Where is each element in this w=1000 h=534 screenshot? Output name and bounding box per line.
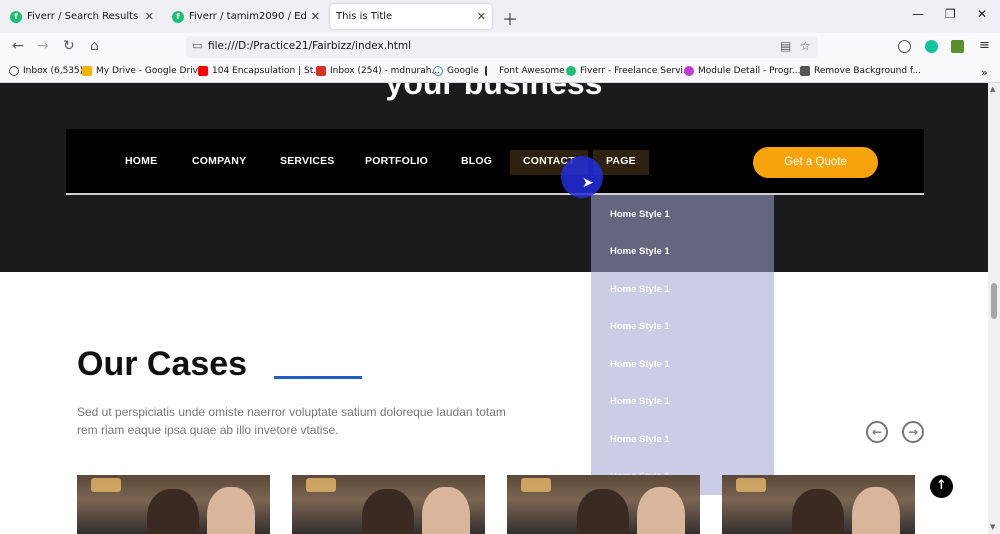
tab-title: Fiverr / tamim2090 / Edit Gig: [189, 11, 307, 22]
bookmark-inbox[interactable]: Inbox (6,535): [9, 66, 83, 76]
cases-title: Our Cases: [77, 345, 248, 383]
back-icon[interactable]: ←: [12, 38, 24, 54]
navigation-toolbar: ← → ↻ ⌂ ▭ file:///D:/Practice21/Fairbizz…: [0, 33, 1000, 61]
cases-description: Sed ut perspiciatis unde omiste naerror …: [77, 405, 506, 437]
minimize-icon[interactable]: —: [912, 7, 924, 21]
scroll-down-icon[interactable]: ▼: [990, 523, 995, 531]
close-icon[interactable]: ✕: [477, 10, 486, 23]
case-card-image[interactable]: [507, 475, 700, 534]
bookmark-label: My Drive - Google Drive: [96, 66, 204, 76]
bookmark-encapsulation[interactable]: 104 Encapsulation | St...: [198, 66, 322, 76]
bookmark-label: Inbox (254) - mdnurah...: [330, 66, 441, 76]
menu-item-company[interactable]: COMPANY: [192, 155, 246, 167]
new-tab-icon[interactable]: ＋: [502, 6, 518, 30]
home-icon[interactable]: ⌂: [90, 38, 99, 54]
dropdown-item[interactable]: Home Style 1: [610, 246, 670, 257]
tab-title: Fiverr / Search Results for 'I will': [27, 11, 141, 22]
module-icon: [684, 66, 694, 76]
forward-icon[interactable]: →: [37, 38, 49, 54]
bookmarks-toolbar: Inbox (6,535) My Drive - Google Drive 10…: [0, 61, 1000, 83]
page-scrollbar[interactable]: ▲ ▼: [988, 83, 1000, 534]
close-icon[interactable]: ✕: [145, 10, 154, 23]
grammarly-icon[interactable]: [925, 40, 938, 53]
url-text: file:///D:/Practice21/Fairbizz/index.htm…: [208, 40, 412, 52]
case-card-image[interactable]: [292, 475, 485, 534]
flag-icon: [485, 66, 495, 76]
bookmark-label: Google: [447, 66, 479, 76]
tab-fiverr-edit-gig[interactable]: f Fiverr / tamim2090 / Edit Gig ✕: [166, 4, 326, 29]
bookmark-label: Fiverr - Freelance Servi...: [580, 66, 692, 76]
hero-section: your business HOME COMPANY SERVICES PORT…: [0, 83, 988, 272]
bookmark-remove-bg[interactable]: Remove Background f...: [800, 66, 921, 76]
globe-icon: [9, 66, 19, 76]
bookmark-star-icon[interactable]: ☆: [800, 39, 811, 53]
gmail-icon: [316, 66, 326, 76]
scrollbar-thumb[interactable]: [991, 283, 997, 319]
case-card-image[interactable]: [722, 475, 915, 534]
bookmark-google-drive[interactable]: My Drive - Google Drive: [82, 66, 204, 76]
bookmark-module-detail[interactable]: Module Detail - Progr...: [684, 66, 801, 76]
main-menu: HOME COMPANY SERVICES PORTFOLIO BLOG CON…: [66, 129, 924, 195]
bookmark-gmail[interactable]: Inbox (254) - mdnurah...: [316, 66, 440, 76]
url-bar[interactable]: ▭ file:///D:/Practice21/Fairbizz/index.h…: [186, 36, 818, 58]
bookmark-label: Remove Background f...: [814, 66, 922, 76]
bookmark-label: 104 Encapsulation | St...: [212, 66, 322, 76]
tab-strip: f Fiverr / Search Results for 'I will' ✕…: [0, 0, 1000, 33]
get-a-quote-button[interactable]: Get a Quote: [753, 147, 878, 178]
google-icon: [433, 66, 443, 76]
menu-icon[interactable]: ≡: [979, 38, 990, 53]
bookmark-fiverr[interactable]: Fiverr - Freelance Servi...: [566, 66, 692, 76]
pocket-icon[interactable]: [898, 40, 911, 53]
prev-arrow-icon[interactable]: ←: [866, 421, 888, 443]
restore-icon[interactable]: ❐: [945, 7, 956, 21]
next-arrow-icon[interactable]: →: [902, 421, 924, 443]
fiverr-icon: f: [10, 10, 22, 23]
menu-item-blog[interactable]: BLOG: [461, 155, 492, 167]
drive-icon: [82, 66, 92, 76]
bookmark-google[interactable]: Google: [433, 66, 479, 76]
dropdown-item[interactable]: Home Style 1: [610, 396, 670, 407]
dropdown-item[interactable]: Home Style 1: [610, 321, 670, 332]
fiverr-icon: [566, 66, 576, 76]
menu-item-portfolio[interactable]: PORTFOLIO: [365, 155, 428, 167]
tab-title: This is Title: [336, 11, 393, 22]
scroll-up-icon[interactable]: ▲: [990, 85, 995, 93]
layers-icon: [800, 66, 810, 76]
dropdown-item[interactable]: Home Style 1: [610, 434, 670, 445]
extension-icon[interactable]: [951, 40, 964, 53]
page-dropdown-menu: Home Style 1 Home Style 1 Home Style 1 H…: [591, 195, 774, 495]
browser-window: f Fiverr / Search Results for 'I will' ✕…: [0, 0, 1000, 534]
reload-icon[interactable]: ↻: [63, 38, 75, 54]
more-bookmarks-icon[interactable]: »: [981, 66, 988, 79]
fiverr-icon: f: [172, 10, 184, 23]
back-to-top-icon[interactable]: ↑: [930, 475, 953, 498]
bookmark-label: Inbox (6,535): [23, 66, 84, 76]
title-underline: [274, 376, 362, 379]
close-icon[interactable]: ✕: [311, 10, 320, 23]
window-close-icon[interactable]: ✕: [977, 7, 987, 21]
dropdown-item[interactable]: Home Style 1: [610, 359, 670, 370]
case-card-image[interactable]: [77, 475, 270, 534]
menu-item-home[interactable]: HOME: [125, 155, 157, 167]
mouse-pointer-icon: ➤: [582, 175, 594, 191]
bookmark-label: Font Awesome: [499, 66, 565, 76]
bookmark-label: Module Detail - Progr...: [698, 66, 801, 76]
youtube-icon: [198, 66, 208, 76]
menu-item-services[interactable]: SERVICES: [280, 155, 335, 167]
page-viewport: your business HOME COMPANY SERVICES PORT…: [0, 83, 988, 534]
page-icon: ▭: [192, 39, 203, 52]
reader-view-icon[interactable]: ▤: [780, 39, 791, 53]
dropdown-item[interactable]: Home Style 1: [610, 284, 670, 295]
tab-active[interactable]: This is Title ✕: [330, 4, 492, 29]
hero-title: your business: [385, 83, 603, 101]
tab-fiverr-search[interactable]: f Fiverr / Search Results for 'I will' ✕: [4, 4, 160, 29]
bookmark-font-awesome[interactable]: Font Awesome: [485, 66, 565, 76]
dropdown-item[interactable]: Home Style 1: [610, 209, 670, 220]
